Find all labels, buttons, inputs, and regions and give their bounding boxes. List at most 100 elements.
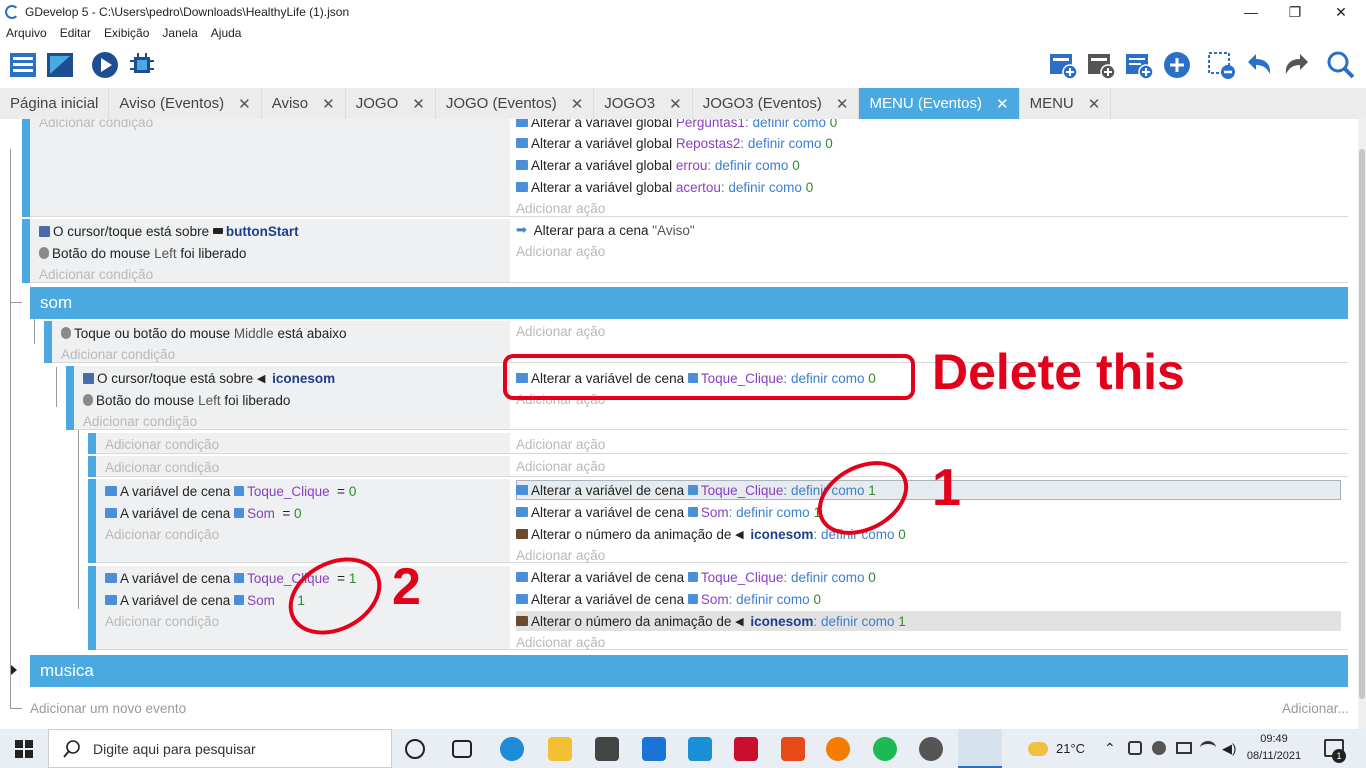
condition-row[interactable]: O cursor/toque está sobre ◀ iconesom	[83, 368, 335, 388]
add-event-icon[interactable]	[1048, 50, 1078, 80]
tab-jogo3[interactable]: JOGO3 ✕	[594, 88, 693, 119]
condition-row[interactable]: Botão do mouse Left foi liberado	[39, 243, 246, 263]
group-som[interactable]: som	[30, 287, 1348, 319]
tab-menu[interactable]: MENU ✕	[1020, 88, 1112, 119]
volume-icon[interactable]: ◀)	[1222, 741, 1236, 757]
add-more-icon[interactable]	[1162, 50, 1192, 80]
add-condition-link[interactable]: Adicionar condição	[105, 434, 219, 454]
condition-row[interactable]: O cursor/toque está sobre buttonStart	[39, 221, 299, 241]
tab-close-icon[interactable]: ✕	[669, 95, 682, 113]
scene-editor-icon[interactable]	[45, 50, 75, 80]
mail-icon[interactable]	[642, 737, 666, 761]
action-row[interactable]: Alterar a variável de cena Som: definir …	[516, 589, 821, 609]
spotify-icon[interactable]	[873, 737, 897, 761]
condition-row[interactable]: Botão do mouse Left foi liberado	[83, 390, 290, 410]
tray-app-icon[interactable]	[1128, 741, 1142, 755]
tab-close-icon[interactable]: ✕	[836, 95, 849, 113]
add-condition-link[interactable]: Adicionar condição	[83, 411, 197, 431]
add-new-event-link[interactable]: Adicionar um novo evento	[30, 698, 186, 718]
minimize-button[interactable]: —	[1228, 0, 1274, 24]
action-row[interactable]: Alterar o número da animação de ◀ icones…	[516, 611, 906, 631]
firefox-icon[interactable]	[826, 737, 850, 761]
add-condition-link[interactable]: Adicionar condição	[105, 611, 219, 631]
action-row[interactable]: ➡ Alterar para a cena "Aviso"	[516, 220, 695, 240]
action-row[interactable]: Alterar a variável global errou: definir…	[516, 155, 800, 175]
scrollbar-thumb[interactable]	[1359, 149, 1365, 699]
action-row[interactable]: Alterar a variável global acertou: defin…	[516, 177, 813, 197]
tray-icons[interactable]: ⌃	[1104, 729, 1116, 768]
event-bar[interactable]	[22, 119, 30, 217]
condition-row[interactable]: A variável de cena Som = 0	[105, 503, 302, 523]
wifi-icon[interactable]	[1200, 741, 1216, 755]
group-musica[interactable]: musica	[30, 655, 1348, 687]
gdevelop-taskbar-icon[interactable]	[958, 729, 1002, 768]
add-action-link[interactable]: Adicionar ação	[516, 198, 605, 218]
conditions-area[interactable]	[30, 119, 510, 217]
action-row[interactable]: Alterar a variável global Perguntas1: de…	[516, 119, 837, 132]
file-explorer-icon[interactable]	[548, 737, 572, 761]
tab-menu-eventos[interactable]: MENU (Eventos) ✕	[859, 88, 1020, 119]
event-bar[interactable]	[66, 366, 74, 430]
tab-close-icon[interactable]: ✕	[1088, 95, 1101, 113]
add-more-link[interactable]: Adicionar...	[1282, 698, 1349, 718]
tab-close-icon[interactable]: ✕	[412, 95, 425, 113]
add-action-link[interactable]: Adicionar ação	[516, 434, 605, 454]
preview-play-icon[interactable]	[90, 50, 120, 80]
search-icon[interactable]	[1326, 50, 1356, 80]
condition-row[interactable]: A variável de cena Som 1	[105, 590, 305, 610]
event-bar[interactable]	[88, 566, 96, 650]
task-view-icon[interactable]	[452, 740, 472, 758]
debugger-icon[interactable]	[127, 50, 157, 80]
tab-jogo3-eventos[interactable]: JOGO3 (Eventos) ✕	[693, 88, 860, 119]
action-row[interactable]: Alterar a variável de cena Toque_Clique:…	[516, 567, 876, 587]
tab-close-icon[interactable]: ✕	[996, 95, 1009, 113]
windows-start-icon[interactable]	[15, 740, 33, 758]
add-action-link[interactable]: Adicionar ação	[516, 545, 605, 565]
delete-event-icon[interactable]	[1206, 50, 1236, 80]
cortana-icon[interactable]	[405, 739, 425, 759]
condition-row[interactable]: Toque ou botão do mouse Middle está abai…	[61, 323, 347, 343]
add-action-link[interactable]: Adicionar ação	[516, 456, 605, 476]
restore-button[interactable]: ❐	[1272, 0, 1318, 24]
event-bar[interactable]	[88, 433, 96, 454]
add-comment-icon[interactable]	[1124, 50, 1154, 80]
redo-icon[interactable]	[1282, 50, 1312, 80]
tab-pagina-inicial[interactable]: Página inicial	[0, 88, 110, 119]
event-bar[interactable]	[88, 456, 96, 477]
tray-security-icon[interactable]	[1152, 741, 1166, 755]
weather-widget[interactable]: 21°C	[1028, 729, 1085, 768]
l-app-icon[interactable]	[688, 737, 712, 761]
settings-gear-icon[interactable]	[919, 737, 943, 761]
undo-icon[interactable]	[1244, 50, 1274, 80]
tab-jogo[interactable]: JOGO ✕	[346, 88, 436, 119]
tab-close-icon[interactable]: ✕	[238, 95, 251, 113]
menu-ajuda[interactable]: Ajuda	[205, 26, 249, 40]
actions-area[interactable]	[510, 456, 1348, 477]
tab-close-icon[interactable]: ✕	[571, 95, 584, 113]
close-button[interactable]: ✕	[1318, 0, 1364, 24]
expand-arrow-icon[interactable]	[11, 665, 17, 675]
chevron-up-icon[interactable]: ⌃	[1104, 740, 1116, 757]
add-condition-link[interactable]: Adicionar condição	[105, 457, 219, 477]
project-manager-icon[interactable]	[8, 50, 38, 80]
clock[interactable]: 09:49 08/11/2021	[1246, 731, 1302, 767]
office-icon[interactable]	[781, 737, 805, 761]
add-condition-link[interactable]: Adicionar condição	[39, 119, 153, 132]
add-condition-link[interactable]: Adicionar condição	[105, 524, 219, 544]
event-bar[interactable]	[22, 219, 30, 283]
action-row[interactable]: Alterar a variável de cena Som: definir …	[516, 502, 821, 522]
events-scrollbar[interactable]	[1358, 119, 1366, 729]
add-action-link[interactable]: Adicionar ação	[516, 241, 605, 261]
add-condition-link[interactable]: Adicionar condição	[39, 264, 153, 284]
mcafee-icon[interactable]	[734, 737, 758, 761]
event-bar[interactable]	[88, 479, 96, 563]
menu-arquivo[interactable]: Arquivo	[0, 26, 54, 40]
condition-row[interactable]: A variável de cena Toque_Clique = 0	[105, 481, 356, 501]
tab-close-icon[interactable]: ✕	[322, 95, 335, 113]
event-bar[interactable]	[44, 321, 52, 363]
menu-editar[interactable]: Editar	[54, 26, 98, 40]
action-row[interactable]: Alterar a variável global Repostas2: def…	[516, 133, 833, 153]
add-subevent-icon[interactable]	[1086, 50, 1116, 80]
events-sheet[interactable]: Adicionar condição Alterar a variável gl…	[0, 119, 1358, 729]
add-action-link[interactable]: Adicionar ação	[516, 632, 605, 652]
